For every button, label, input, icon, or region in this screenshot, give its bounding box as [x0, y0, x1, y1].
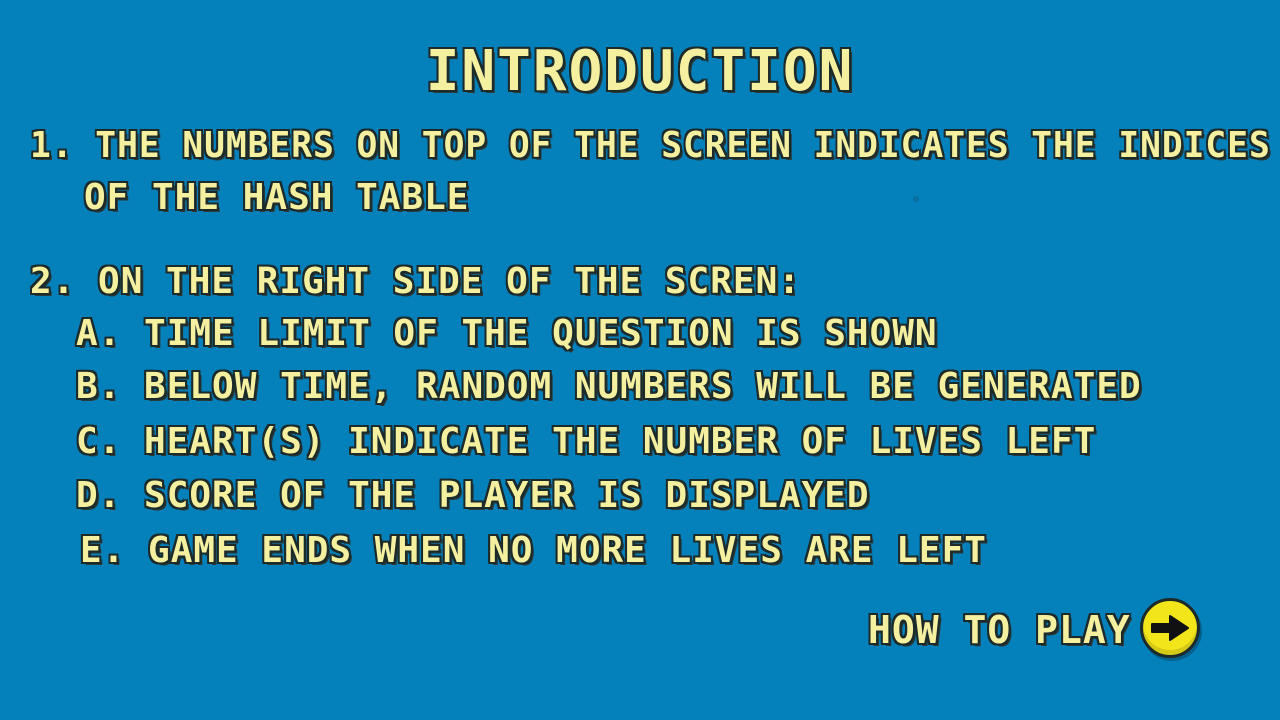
- sub-item-a: A. TIME LIMIT OF THE QUESTION IS SHOWN: [76, 313, 938, 354]
- item-1-line-1: 1. THE NUMBERS ON TOP OF THE SCREEN INDI…: [30, 125, 1271, 166]
- item-1-line-2: OF THE HASH TABLE: [84, 177, 470, 218]
- sub-item-e: E. GAME ENDS WHEN NO MORE LIVES ARE LEFT: [80, 530, 987, 571]
- sub-item-c: C. HEART(S) INDICATE THE NUMBER OF LIVES…: [76, 421, 1097, 462]
- sub-item-d: D. SCORE OF THE PLAYER IS DISPLAYED: [76, 475, 870, 516]
- screen-title: INTRODUCTION: [425, 39, 855, 104]
- sub-item-b: B. BELOW TIME, RANDOM NUMBERS WILL BE GE…: [76, 366, 1142, 407]
- arrow-right-icon: [1151, 615, 1189, 641]
- item-2-heading: 2. ON THE RIGHT SIDE OF THE SCREN:: [30, 261, 801, 302]
- background-speck: [913, 196, 919, 202]
- how-to-play-label[interactable]: HOW TO PLAY: [868, 611, 1131, 649]
- next-button[interactable]: [1140, 598, 1200, 658]
